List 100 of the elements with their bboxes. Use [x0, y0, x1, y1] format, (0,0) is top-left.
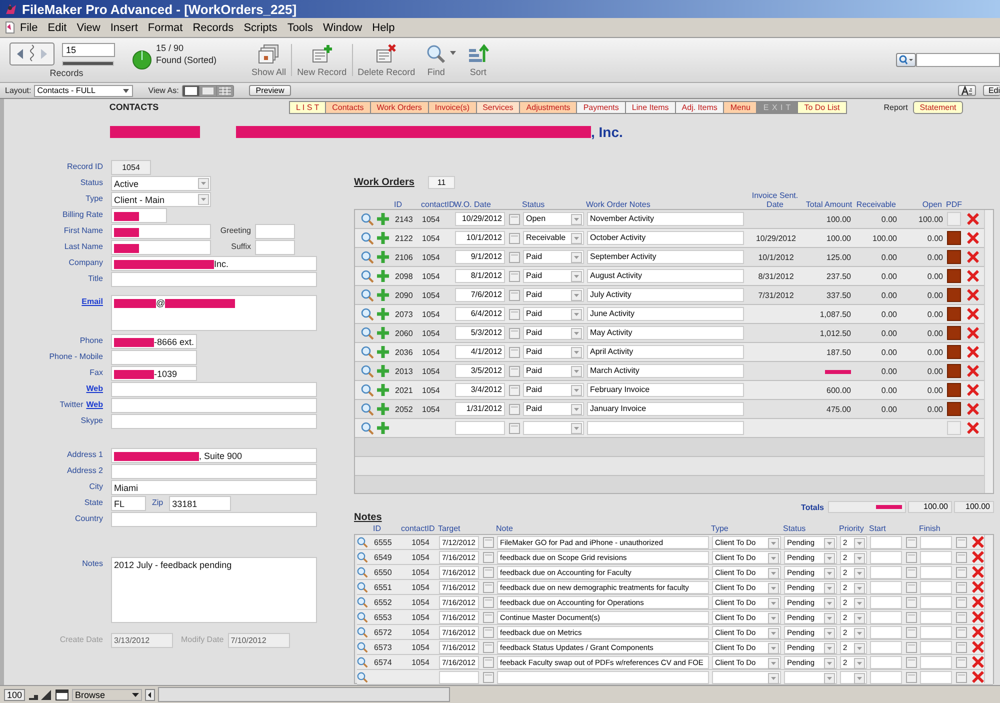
- pdf-box[interactable]: [947, 269, 961, 283]
- input-field[interactable]: Miami: [111, 480, 317, 495]
- pdf-box[interactable]: [947, 402, 961, 416]
- delete-icon[interactable]: [967, 270, 979, 282]
- date-field[interactable]: [920, 596, 952, 608]
- search-icon[interactable]: [361, 422, 374, 434]
- input-field[interactable]: [111, 414, 317, 429]
- input-field[interactable]: -8666 ext.: [111, 334, 197, 349]
- calendar-icon[interactable]: [509, 308, 520, 320]
- delete-icon[interactable]: [967, 346, 979, 358]
- search-icon[interactable]: [357, 596, 368, 608]
- date-field[interactable]: [920, 550, 952, 564]
- dropdown-field[interactable]: Paid: [523, 250, 584, 264]
- search-icon[interactable]: [361, 308, 374, 320]
- delete-icon[interactable]: [967, 308, 979, 320]
- calendar-icon[interactable]: [483, 656, 494, 668]
- search-icon[interactable]: [361, 250, 374, 264]
- zoom-level[interactable]: 100: [4, 688, 26, 700]
- delete-icon[interactable]: [972, 536, 984, 548]
- search-icon[interactable]: [357, 582, 368, 592]
- add-icon[interactable]: [377, 346, 389, 358]
- add-icon[interactable]: [377, 212, 389, 224]
- menu-item[interactable]: Insert: [105, 22, 143, 34]
- search-icon[interactable]: [357, 536, 368, 548]
- input-field[interactable]: [111, 464, 317, 479]
- dropdown-field[interactable]: Paid: [523, 402, 584, 416]
- calendar-icon[interactable]: [956, 672, 967, 682]
- date-field[interactable]: 7/10/2012: [228, 633, 290, 648]
- delete-icon[interactable]: [972, 551, 984, 563]
- date-field[interactable]: [870, 550, 902, 564]
- text-area[interactable]: @: [111, 295, 317, 331]
- delete-icon[interactable]: [972, 626, 984, 638]
- field-link[interactable]: Web: [86, 384, 103, 393]
- preview-button[interactable]: Preview: [248, 85, 292, 96]
- calendar-icon[interactable]: [509, 366, 520, 376]
- pdf-box[interactable]: [947, 307, 961, 321]
- search-field[interactable]: [916, 53, 1000, 67]
- input-field[interactable]: [255, 224, 295, 239]
- nav-tab[interactable]: Invoice(s): [428, 100, 477, 114]
- menu-item[interactable]: Tools: [282, 22, 318, 34]
- delete-icon[interactable]: [967, 403, 979, 415]
- date-field[interactable]: [870, 596, 902, 608]
- calendar-icon[interactable]: [906, 552, 917, 562]
- delete-toolbar-button[interactable]: Delete Record: [352, 44, 420, 76]
- date-field[interactable]: [920, 640, 952, 654]
- dropdown-field[interactable]: Client - Main: [111, 192, 211, 207]
- nav-tab[interactable]: L I S T: [289, 100, 326, 114]
- date-field[interactable]: [870, 536, 902, 548]
- date-field[interactable]: [870, 640, 902, 654]
- date-field[interactable]: [439, 670, 479, 684]
- delete-icon[interactable]: [972, 581, 984, 593]
- add-icon[interactable]: [377, 270, 389, 282]
- menu-item[interactable]: Records: [188, 22, 239, 34]
- add-icon[interactable]: [377, 364, 389, 376]
- status-toggle-icon[interactable]: [55, 688, 70, 700]
- date-field[interactable]: [870, 580, 902, 594]
- dropdown-field[interactable]: Paid: [523, 269, 584, 283]
- calendar-icon[interactable]: [956, 612, 967, 622]
- date-field[interactable]: 7/6/2012: [455, 288, 505, 302]
- calendar-icon[interactable]: [509, 346, 520, 358]
- menu-item[interactable]: Edit: [42, 22, 72, 34]
- calendar-icon[interactable]: [956, 552, 967, 562]
- date-field[interactable]: [920, 580, 952, 594]
- calendar-icon[interactable]: [956, 626, 967, 638]
- dropdown-field[interactable]: [712, 670, 781, 684]
- delete-icon[interactable]: [972, 611, 984, 623]
- search-icon[interactable]: [361, 326, 374, 340]
- delete-icon[interactable]: [972, 596, 984, 608]
- dropdown-field[interactable]: [784, 670, 837, 684]
- vertical-scrollbar[interactable]: [984, 210, 993, 493]
- new-toolbar-button[interactable]: New Record: [292, 44, 352, 76]
- nav-tab[interactable]: To Do List: [797, 100, 847, 114]
- record-number-field[interactable]: 15: [62, 42, 115, 56]
- input-field[interactable]: [255, 240, 295, 255]
- text-area[interactable]: 2012 July - feedback pending: [111, 557, 317, 623]
- report-tab[interactable]: Statement: [912, 100, 964, 114]
- vertical-scrollbar[interactable]: [984, 535, 993, 683]
- dropdown-field[interactable]: [840, 670, 867, 684]
- pdf-box[interactable]: [947, 326, 961, 340]
- add-icon[interactable]: [377, 402, 389, 414]
- calendar-icon[interactable]: [509, 384, 520, 396]
- delete-icon[interactable]: [967, 251, 979, 263]
- date-field[interactable]: 1/31/2012: [455, 402, 505, 416]
- menu-item[interactable]: Format: [142, 22, 188, 34]
- input-field[interactable]: , Suite 900: [111, 448, 317, 463]
- nav-tab[interactable]: Work Orders: [370, 100, 429, 114]
- calendar-icon[interactable]: [956, 536, 967, 548]
- date-field[interactable]: [870, 656, 902, 668]
- calendar-icon[interactable]: [956, 566, 967, 578]
- search-icon[interactable]: [361, 384, 374, 396]
- dropdown-field[interactable]: Active: [111, 176, 211, 191]
- calendar-icon[interactable]: [956, 656, 967, 668]
- input-field[interactable]: January Invoice: [587, 402, 744, 416]
- find-toolbar-button[interactable]: Find: [420, 44, 452, 76]
- calendar-icon[interactable]: [509, 214, 520, 224]
- calendar-icon[interactable]: [509, 422, 520, 434]
- add-icon[interactable]: [377, 422, 389, 434]
- calendar-icon[interactable]: [906, 612, 917, 622]
- add-icon[interactable]: [377, 232, 389, 244]
- dropdown-field[interactable]: Paid: [523, 288, 584, 302]
